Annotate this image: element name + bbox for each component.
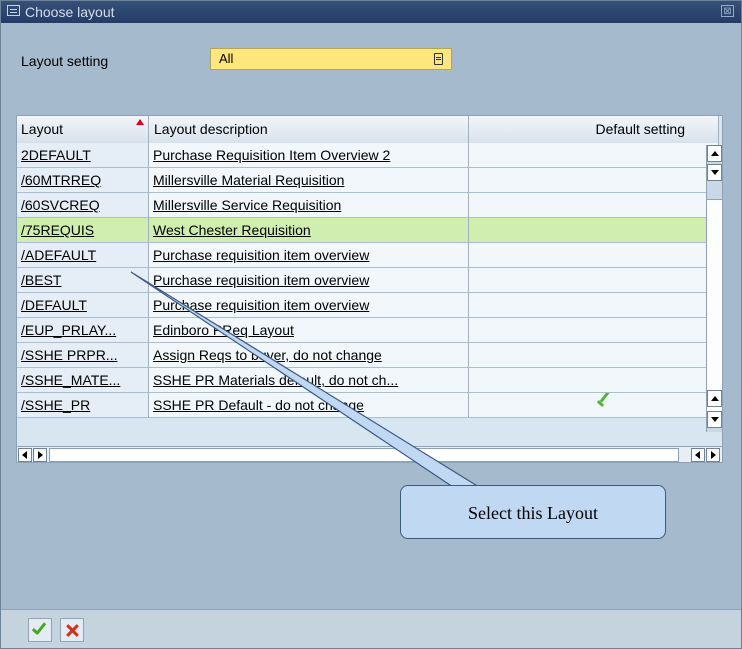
value-help-icon[interactable]	[434, 53, 443, 65]
table-row[interactable]: 2DEFAULT Purchase Requisition Item Overv…	[17, 143, 719, 168]
table-row[interactable]: /DEFAULT Purchase requisition item overv…	[17, 293, 719, 318]
default-setting-cell	[469, 268, 719, 293]
description-link[interactable]: Millersville Service Requisition	[153, 197, 341, 213]
callout-box: Select this Layout	[400, 485, 666, 539]
table-row[interactable]: /SSHE_MATE... SSHE PR Materials default,…	[17, 368, 719, 393]
sort-ascending-icon	[136, 119, 144, 125]
title-bar: Choose layout ⊠	[1, 1, 741, 23]
description-link[interactable]: West Chester Requisition	[153, 222, 311, 238]
default-setting-cell	[469, 143, 719, 168]
scroll-up-button[interactable]	[707, 145, 722, 162]
close-button[interactable]: ⊠	[721, 5, 734, 17]
layout-link[interactable]: /BEST	[21, 272, 61, 288]
description-link[interactable]: Edinboro PReq Layout	[153, 322, 294, 338]
horizontal-scrollbar[interactable]	[16, 446, 723, 463]
description-link[interactable]: Millersville Material Requisition	[153, 172, 344, 188]
description-link[interactable]: Purchase Requisition Item Overview 2	[153, 147, 390, 163]
layout-link[interactable]: /60MTRREQ	[21, 172, 101, 188]
layout-link[interactable]: /SSHE_PR	[21, 397, 90, 413]
table-row-selected[interactable]: /75REQUIS West Chester Requisition	[17, 218, 719, 243]
table-row[interactable]: /ADEFAULT Purchase requisition item over…	[17, 243, 719, 268]
description-link[interactable]: Assign Reqs to buyer, do not change	[153, 347, 382, 363]
page-up-button[interactable]	[707, 390, 722, 407]
table-row[interactable]: /60MTRREQ Millersville Material Requisit…	[17, 168, 719, 193]
default-setting-cell	[469, 193, 719, 218]
layout-link[interactable]: 2DEFAULT	[21, 147, 91, 163]
default-setting-cell	[469, 293, 719, 318]
cancel-button[interactable]	[60, 618, 84, 642]
table-row[interactable]: /SSHE PRPR... Assign Reqs to buyer, do n…	[17, 343, 719, 368]
layout-table: Layout Layout description Default settin…	[16, 115, 723, 456]
layout-link[interactable]: /EUP_PRLAY...	[21, 322, 116, 338]
layout-link[interactable]: /75REQUIS	[21, 222, 94, 238]
layout-link[interactable]: /DEFAULT	[21, 297, 87, 313]
default-setting-cell	[469, 368, 719, 393]
default-setting-cell	[469, 243, 719, 268]
layout-link[interactable]: /SSHE_MATE...	[21, 372, 120, 388]
column-header-description[interactable]: Layout description	[149, 116, 469, 143]
scroll-down-button[interactable]	[707, 411, 722, 428]
default-setting-cell	[469, 393, 719, 418]
layout-setting-value: All	[219, 51, 234, 66]
table-row[interactable]: /60SVCREQ Millersville Service Requisiti…	[17, 193, 719, 218]
default-setting-cell	[469, 218, 719, 243]
layout-setting-label: Layout setting	[21, 53, 109, 69]
column-header-default-setting[interactable]: Default setting	[469, 116, 719, 143]
column-header-layout[interactable]: Layout	[17, 116, 149, 143]
table-row[interactable]: /EUP_PRLAY... Edinboro PReq Layout	[17, 318, 719, 343]
scroll-right-end-button[interactable]	[706, 448, 720, 462]
table-row[interactable]: /BEST Purchase requisition item overview	[17, 268, 719, 293]
description-link[interactable]: Purchase requisition item overview	[153, 247, 369, 263]
scroll-left-button[interactable]	[18, 448, 32, 462]
description-link[interactable]: Purchase requisition item overview	[153, 272, 369, 288]
default-setting-cell	[469, 318, 719, 343]
layout-link[interactable]: /SSHE PRPR...	[21, 347, 117, 363]
window-icon	[7, 5, 20, 16]
scroll-left-end-button[interactable]	[691, 448, 705, 462]
scroll-thumb[interactable]	[707, 199, 722, 417]
layout-link[interactable]: /ADEFAULT	[21, 247, 96, 263]
dialog-footer	[1, 609, 741, 648]
table-row[interactable]: /SSHE_PR SSHE PR Default - do not change	[17, 393, 719, 418]
dialog-title: Choose layout	[25, 4, 115, 20]
default-setting-cell	[469, 168, 719, 193]
description-link[interactable]: SSHE PR Default - do not change	[153, 397, 364, 413]
layout-link[interactable]: /60SVCREQ	[21, 197, 100, 213]
callout-text: Select this Layout	[468, 503, 598, 523]
horizontal-scroll-track[interactable]	[49, 448, 679, 462]
vertical-scrollbar[interactable]	[706, 145, 722, 432]
default-setting-cell	[469, 343, 719, 368]
description-link[interactable]: SSHE PR Materials default, do not ch...	[153, 372, 398, 388]
default-check-icon	[597, 396, 615, 412]
confirm-button[interactable]	[28, 618, 52, 642]
page-down-button[interactable]	[707, 164, 722, 181]
layout-setting-input[interactable]: All	[210, 48, 452, 70]
description-link[interactable]: Purchase requisition item overview	[153, 297, 369, 313]
scroll-right-button[interactable]	[33, 448, 47, 462]
choose-layout-dialog: Choose layout ⊠ Layout setting All Layou…	[0, 0, 742, 649]
